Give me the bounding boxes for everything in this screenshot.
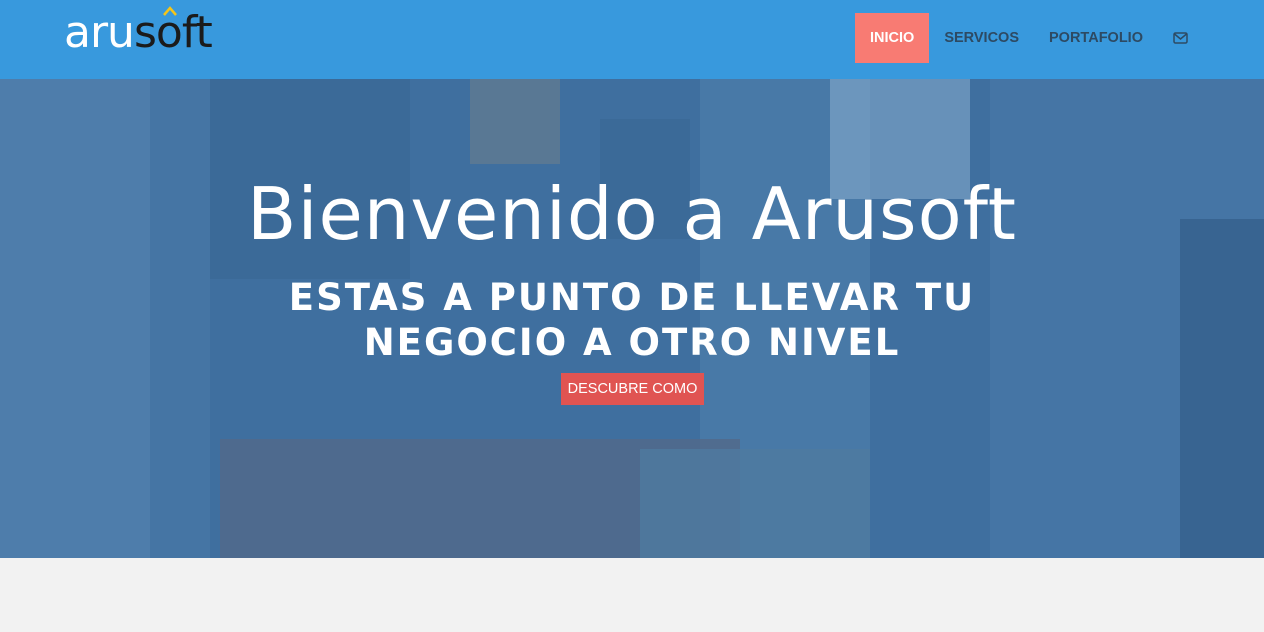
nav-item-servicos[interactable]: SERVICOS: [929, 13, 1034, 63]
hero-title: Bienvenido a Arusoft: [247, 172, 1017, 256]
nav-item-portafolio[interactable]: PORTAFOLIO: [1034, 13, 1158, 63]
descubre-como-button[interactable]: DESCUBRE COMO: [561, 373, 704, 405]
envelope-icon: [1173, 32, 1188, 44]
nav-item-inicio[interactable]: INICIO: [855, 13, 930, 63]
nav-item-contact[interactable]: [1158, 13, 1204, 63]
top-navbar: arus oft INICIO SERVICOS PORTAFOLIO: [0, 0, 1264, 79]
logo-o-with-caret: o: [156, 6, 183, 58]
nav-menu: INICIO SERVICOS PORTAFOLIO: [855, 13, 1204, 63]
hero-subtitle: ESTAS A PUNTO DE LLEVAR TU NEGOCIO A OTR…: [288, 276, 976, 364]
logo-text-s: s: [133, 7, 157, 58]
hero-section: Bienvenido a Arusoft ESTAS A PUNTO DE LL…: [0, 79, 1264, 558]
logo-caret-icon: [162, 6, 177, 16]
logo-text-aru: aru: [64, 7, 135, 58]
logo-text-ft: ft: [181, 7, 213, 58]
arusoft-logo[interactable]: arus oft: [64, 6, 213, 58]
